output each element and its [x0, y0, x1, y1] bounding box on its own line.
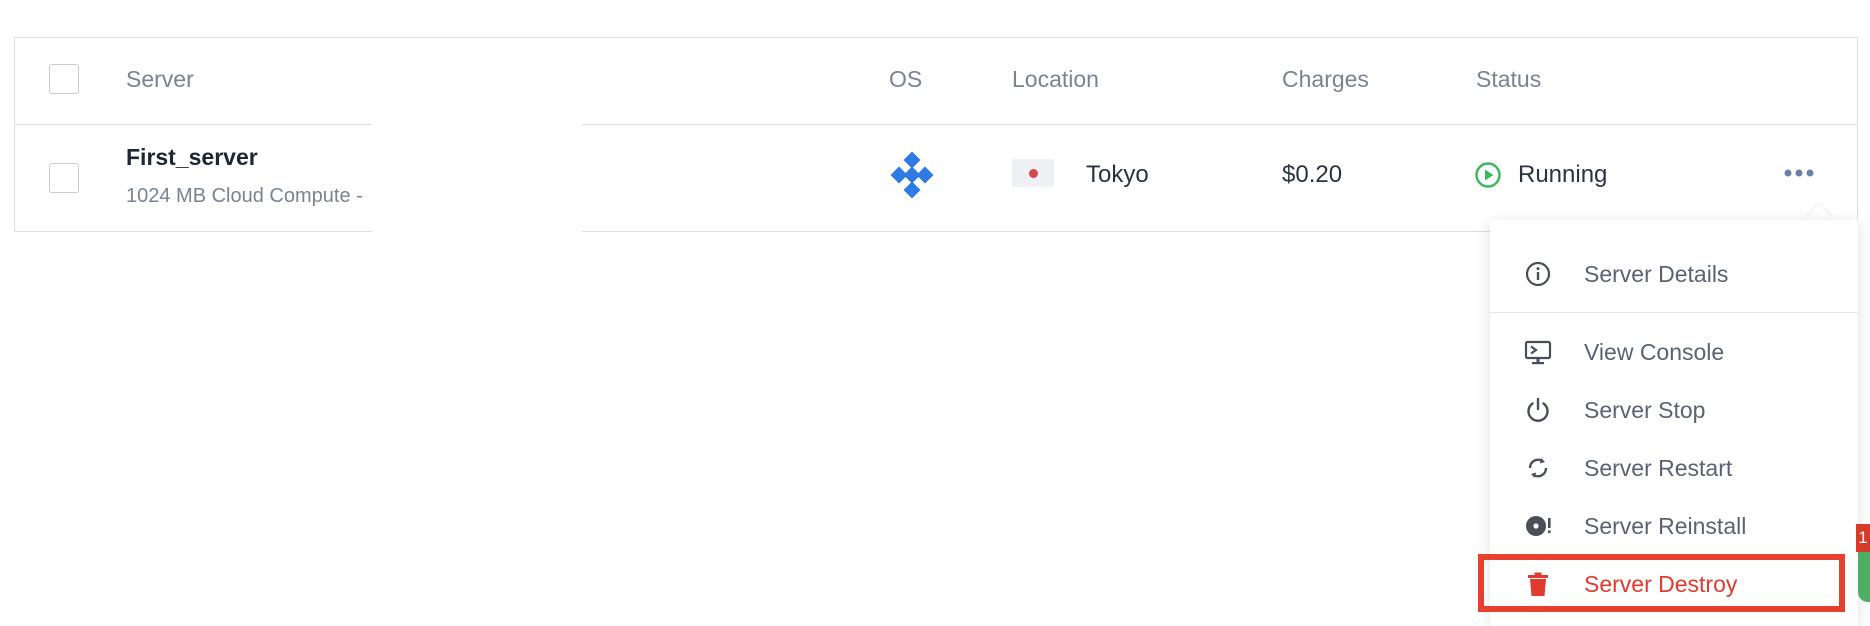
- status-value: Running: [1518, 161, 1608, 188]
- menu-item-server-destroy[interactable]: Server Destroy: [1490, 558, 1858, 610]
- header-charges: Charges: [1282, 66, 1369, 92]
- header-os: OS: [889, 66, 923, 92]
- running-status-icon: [1475, 162, 1501, 188]
- menu-divider: [1490, 312, 1858, 313]
- server-plan: 1024 MB Cloud Compute -: [126, 185, 363, 207]
- menu-item-label: Server Destroy: [1584, 571, 1738, 597]
- trash-icon: [1528, 572, 1548, 596]
- japan-flag-icon: [1012, 159, 1054, 187]
- server-name-link[interactable]: First_server: [126, 144, 258, 171]
- menu-item-server-stop[interactable]: Server Stop: [1490, 384, 1858, 436]
- chat-widget-edge[interactable]: [1858, 552, 1870, 602]
- select-all-checkbox[interactable]: [49, 64, 79, 94]
- menu-item-label: Server Stop: [1584, 397, 1706, 423]
- os-logo-icon: [890, 152, 934, 198]
- row-checkbox[interactable]: [49, 163, 79, 193]
- server-actions-menu: Server Details View Console Server Stop …: [1490, 220, 1858, 626]
- reinstall-icon: [1526, 516, 1551, 536]
- restart-icon: [1528, 458, 1548, 478]
- more-options-icon[interactable]: [1783, 166, 1815, 180]
- table-header: Server OS Location Charges Status: [15, 38, 1857, 125]
- menu-item-label: Server Restart: [1584, 455, 1733, 481]
- info-icon: [1525, 261, 1551, 287]
- console-icon: [1524, 340, 1552, 365]
- header-location: Location: [1012, 66, 1099, 92]
- servers-table: Server OS Location Charges Status First_…: [14, 37, 1858, 237]
- notification-badge: 1: [1856, 524, 1870, 552]
- table-row[interactable]: First_server 1024 MB Cloud Compute - Tok…: [15, 124, 1857, 237]
- menu-caret: [1805, 204, 1833, 220]
- menu-item-label: Server Details: [1584, 261, 1729, 287]
- power-icon: [1527, 397, 1549, 422]
- menu-item-label: Server Reinstall: [1584, 513, 1747, 539]
- menu-item-label: View Console: [1584, 339, 1725, 365]
- menu-item-server-restart[interactable]: Server Restart: [1490, 442, 1858, 494]
- charges-value: $0.20: [1282, 161, 1343, 188]
- menu-item-view-console[interactable]: View Console: [1490, 326, 1858, 378]
- header-server: Server: [126, 66, 194, 92]
- location-value: Tokyo: [1086, 161, 1149, 188]
- redacted-area: [372, 124, 582, 237]
- menu-item-server-reinstall[interactable]: Server Reinstall: [1490, 500, 1858, 552]
- menu-item-server-details[interactable]: Server Details: [1490, 248, 1858, 300]
- header-status: Status: [1476, 66, 1542, 92]
